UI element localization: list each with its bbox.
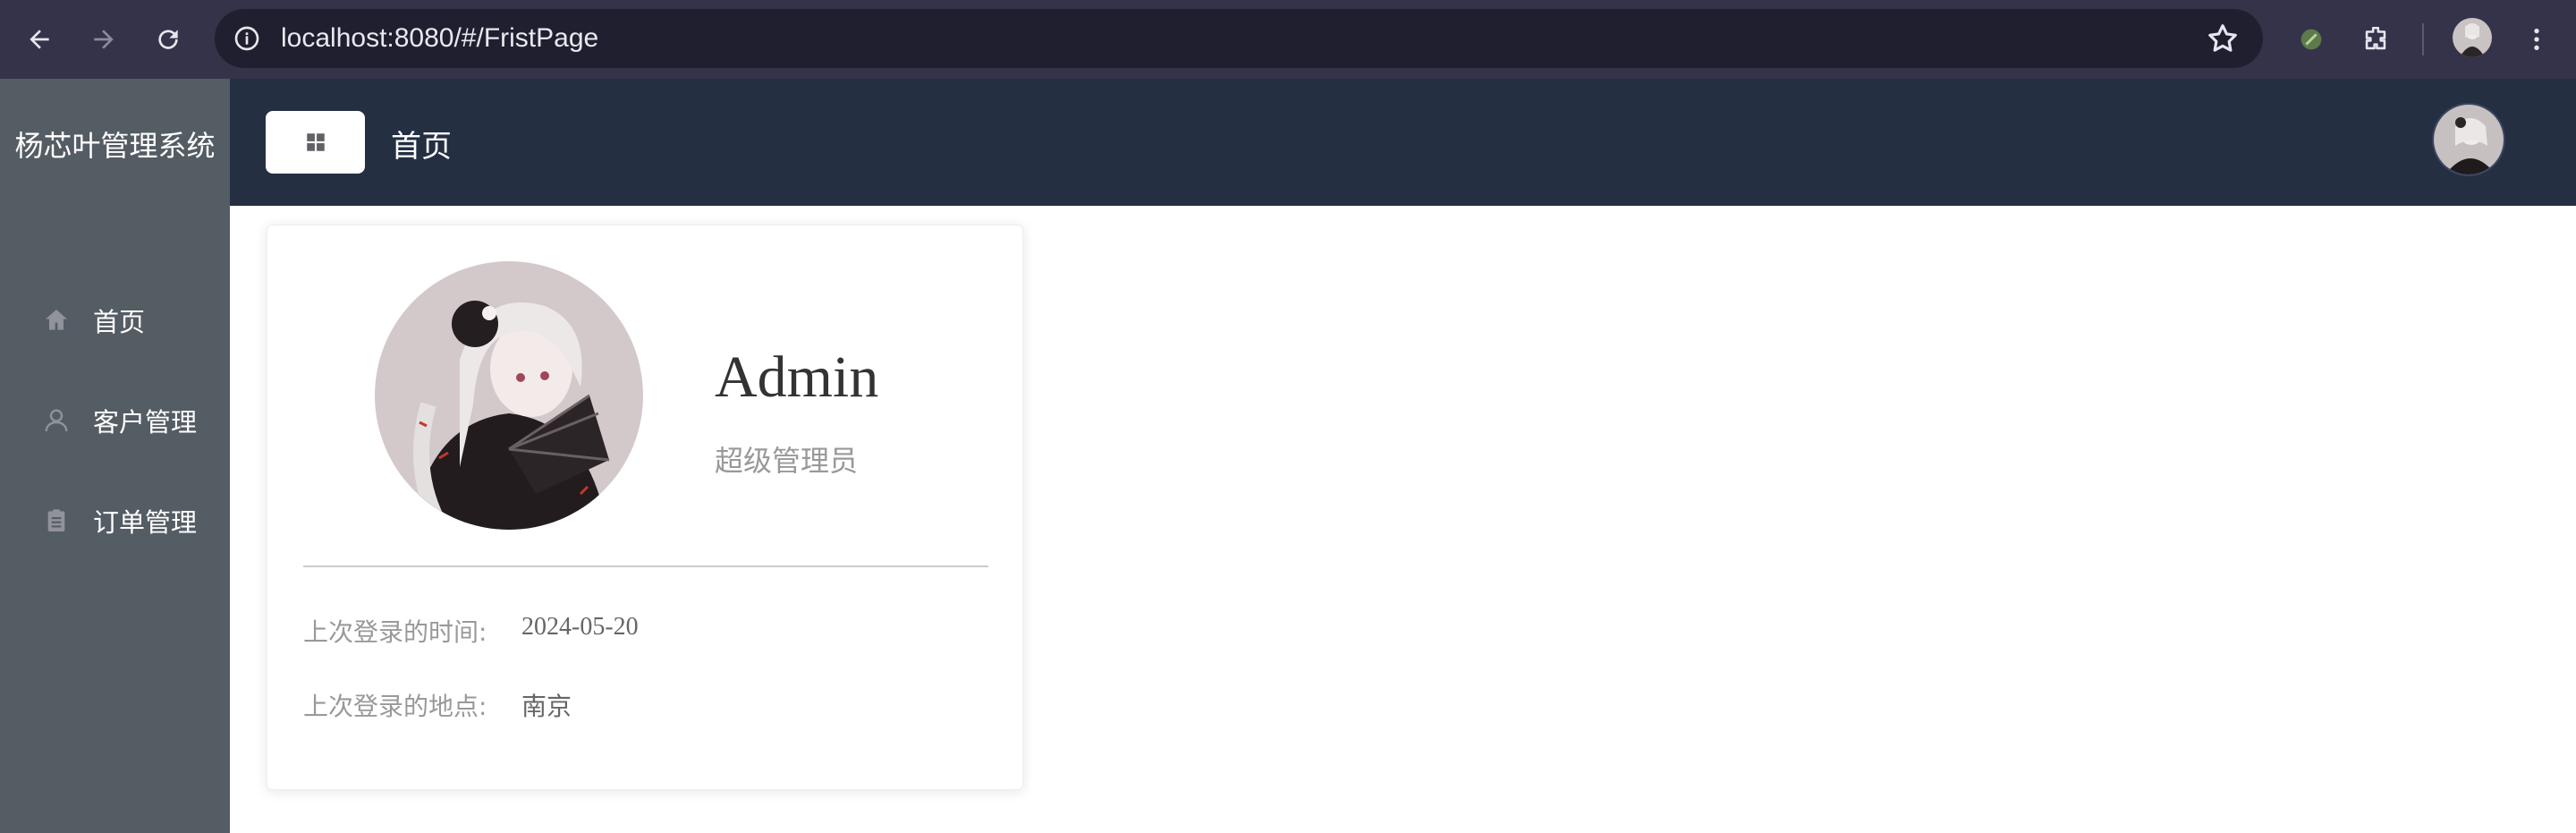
sidebar-item-customers[interactable]: 客户管理 [0,376,230,465]
arrow-right-icon [94,30,114,49]
info-value: 2024-05-20 [521,613,639,641]
sidebar-item-orders[interactable]: 订单管理 [0,476,230,565]
home-icon [41,305,72,336]
bookmark-star-icon[interactable] [2206,21,2240,55]
header-user-avatar[interactable] [2432,103,2505,176]
app-brand: 杨芯叶管理系统 [14,129,216,163]
more-vertical-icon [2534,29,2539,50]
browser-profile-avatar[interactable] [2453,18,2492,57]
reload-button[interactable] [147,18,190,61]
user-profile-card: Admin 超级管理员 上次登录的时间: 2024-05-20 上次登录的地点:… [267,225,1023,790]
back-button[interactable] [18,18,61,61]
sidebar: 杨芯叶管理系统 首页 客户管理 订单管理 [0,79,230,833]
browser-toolbar: localhost:8080/#/FristPage [0,0,2576,79]
site-info-icon[interactable] [229,21,265,56]
grid-icon [306,133,325,151]
sidebar-item-label: 订单管理 [93,507,198,538]
extensions-icon[interactable] [2354,18,2397,61]
sidebar-item-home[interactable]: 首页 [0,276,230,365]
info-value: 南京 [521,692,572,721]
reload-icon [158,30,178,49]
sidebar-item-label: 首页 [93,307,146,337]
extension-puzzle-green-icon[interactable] [2290,18,2333,61]
user-role: 超级管理员 [715,444,859,478]
arrow-left-icon [30,30,49,49]
user-name: Admin [715,344,879,410]
user-avatar [375,261,643,530]
sidebar-item-label: 客户管理 [93,407,198,438]
app-header: 首页 [230,79,2576,206]
card-divider [303,565,988,567]
url-text[interactable]: localhost:8080/#/FristPage [281,9,598,68]
forward-button[interactable] [82,18,125,61]
clipboard-icon [41,506,72,536]
user-icon [41,405,72,436]
info-label: 上次登录的地点: [303,692,487,721]
page-title: 首页 [391,129,452,165]
info-label: 上次登录的时间: [303,617,487,647]
browser-menu-button[interactable] [2515,18,2558,61]
address-bar[interactable]: localhost:8080/#/FristPage [215,9,2263,68]
toolbar-separator [2422,23,2424,55]
collapse-menu-button[interactable] [266,111,365,174]
